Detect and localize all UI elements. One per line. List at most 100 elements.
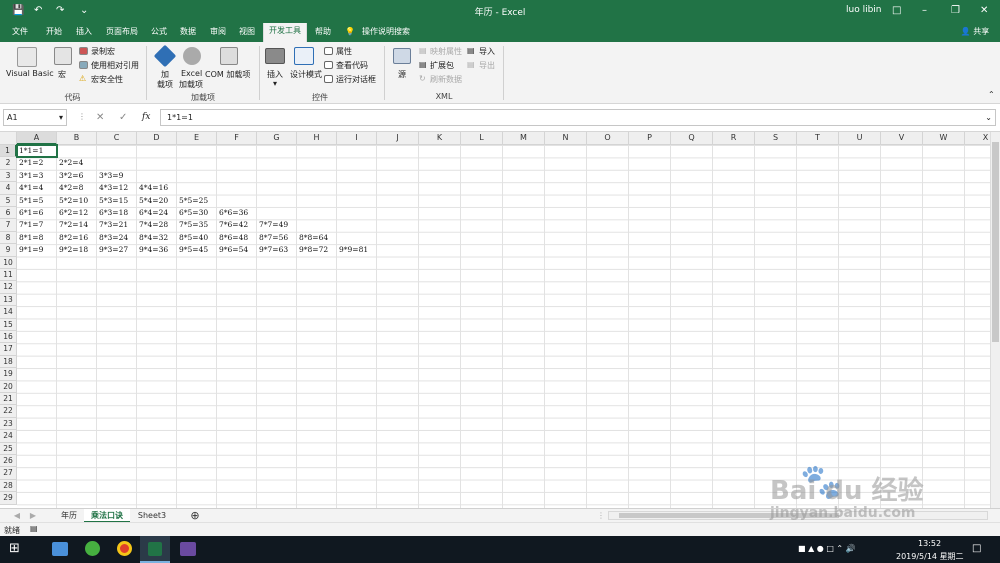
visual-basic-button[interactable]: Visual Basic [6,69,54,78]
tray-icons[interactable]: ■ ▲ ● □ ⌃ 🔊 [798,544,856,553]
row-header[interactable]: 27 [0,467,17,480]
export-button[interactable]: 导出 [479,60,495,71]
cell[interactable]: 8*6=48 [217,232,257,244]
column-header[interactable]: J [377,132,419,145]
cell[interactable]: 8*2=16 [57,232,97,244]
cell[interactable]: 2*1=2 [17,157,57,169]
cell[interactable]: 3*1=3 [17,170,57,182]
row-header[interactable]: 20 [0,380,17,393]
browser-360-icon[interactable] [85,541,100,556]
cell[interactable]: 8*3=24 [97,232,137,244]
cell[interactable]: 9*9=81 [337,244,377,256]
row-header[interactable]: 24 [0,430,17,443]
cell[interactable]: 9*1=9 [17,244,57,256]
tab-insert[interactable]: 插入 [70,25,98,42]
column-header[interactable]: V [881,132,923,145]
row-header[interactable]: 23 [0,417,17,431]
notification-icon[interactable]: □ [972,543,981,554]
cell[interactable]: 8*7=56 [257,232,297,244]
view-code-button[interactable]: 查看代码 [336,60,368,71]
macros-button[interactable]: 宏 [58,69,66,80]
cell[interactable]: 6*1=6 [17,207,57,219]
tab-home[interactable]: 开始 [40,25,68,42]
expansion-packs-button[interactable]: 扩展包 [430,60,454,71]
tab-view[interactable]: 视图 [234,25,260,42]
cell[interactable]: 8*1=8 [17,232,57,244]
column-header[interactable]: D [137,132,177,145]
tab-page-layout[interactable]: 页面布局 [102,25,142,42]
row-header[interactable]: 8 [0,231,17,245]
design-mode-button[interactable]: 设计模式 [290,69,322,80]
column-header[interactable]: G [257,132,297,145]
column-header[interactable]: C [97,132,137,145]
cell[interactable]: 7*1=7 [17,219,57,231]
row-header[interactable]: 29 [0,492,17,505]
properties-button[interactable]: 属性 [336,46,352,57]
column-header[interactable]: W [923,132,965,145]
cell[interactable]: 9*2=18 [57,244,97,256]
minimize-icon[interactable]: – [922,5,927,17]
record-macro-button[interactable]: 录制宏 [91,46,115,57]
cell[interactable]: 6*2=12 [57,207,97,219]
cell[interactable]: 5*3=15 [97,195,137,207]
sheet-tab-active[interactable]: 乘法口诀 [84,509,130,523]
column-header[interactable]: B [57,132,97,145]
row-header[interactable]: 15 [0,318,17,331]
macro-security-button[interactable]: 宏安全性 [91,74,123,85]
column-header[interactable]: X [965,132,990,145]
map-properties-button[interactable]: 映射属性 [430,46,462,57]
row-header[interactable]: 19 [0,368,17,381]
column-header[interactable]: M [503,132,545,145]
chrome-icon[interactable] [117,541,132,556]
row-header[interactable]: 9 [0,244,17,257]
column-header[interactable]: R [713,132,755,145]
row-header[interactable]: 1 [0,145,17,158]
import-button[interactable]: 导入 [479,46,495,57]
name-box[interactable]: A1 ▾ [3,109,67,126]
cell[interactable]: 9*6=54 [217,244,257,256]
cell[interactable]: 4*1=4 [17,182,57,194]
cell[interactable]: 2*2=4 [57,157,97,169]
excel-add-ins-button[interactable]: Excel [181,69,202,78]
column-header[interactable]: N [545,132,587,145]
cell[interactable]: 6*5=30 [177,207,217,219]
relative-reference-button[interactable]: 使用相对引用 [91,60,139,71]
cell[interactable]: 9*8=72 [297,244,337,256]
cell[interactable]: 5*2=10 [57,195,97,207]
cell[interactable]: 4*3=12 [97,182,137,194]
cell[interactable]: 8*8=64 [297,232,337,244]
cell[interactable]: 5*1=5 [17,195,57,207]
tab-developer[interactable]: 开发工具 [263,23,307,42]
excel-taskbar-item[interactable] [140,536,170,563]
column-header[interactable]: U [839,132,881,145]
row-header[interactable]: 26 [0,455,17,468]
row-header[interactable]: 2 [0,157,17,170]
row-header[interactable]: 28 [0,479,17,493]
sheet-tab[interactable]: 年历 [56,509,82,523]
cell[interactable]: 9*4=36 [137,244,177,256]
refresh-data-button[interactable]: 刷新数据 [430,74,462,85]
clock-time[interactable]: 13:52 [918,539,941,548]
run-dialog-button[interactable]: 运行对话框 [336,74,376,85]
clock-date[interactable]: 2019/5/14 星期二 [896,551,964,562]
column-header[interactable]: L [461,132,503,145]
cell[interactable]: 8*4=32 [137,232,177,244]
tab-formulas[interactable]: 公式 [146,25,172,42]
enter-icon[interactable]: ✓ [119,112,127,123]
row-header[interactable]: 22 [0,405,17,418]
cancel-icon[interactable]: ✕ [96,112,104,123]
row-header[interactable]: 18 [0,355,17,369]
row-header[interactable]: 5 [0,194,17,207]
column-header[interactable]: E [177,132,217,145]
row-header[interactable]: 16 [0,331,17,344]
row-header[interactable]: 11 [0,269,17,282]
tab-data[interactable]: 数据 [175,25,201,42]
cell[interactable]: 7*5=35 [177,219,217,231]
row-header[interactable]: 3 [0,169,17,183]
collapse-ribbon-icon[interactable]: ⌃ [988,90,995,99]
file-explorer-icon[interactable] [52,542,68,556]
row-header[interactable]: 25 [0,442,17,455]
cell[interactable]: 4*2=8 [57,182,97,194]
column-header[interactable]: S [755,132,797,145]
tab-help[interactable]: 帮助 [310,25,336,42]
